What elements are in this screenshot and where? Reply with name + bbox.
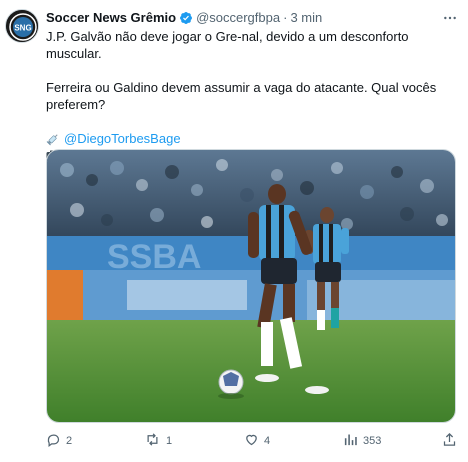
- tweet-content: Soccer News Grêmio @soccergfbpa · 3 min …: [46, 9, 460, 164]
- share-icon[interactable]: [442, 432, 457, 450]
- tweet-photo[interactable]: SSBA: [46, 149, 456, 423]
- tweet-card[interactable]: SNG Soccer News Grêmio @soccergfbpa · 3 …: [0, 0, 468, 462]
- avatar-logo-text: SNG: [14, 24, 31, 33]
- svg-text:SSBA: SSBA: [107, 238, 201, 276]
- like-count: 4: [264, 435, 271, 447]
- views-count: 353: [363, 435, 382, 447]
- tweet-actions-bar: 2 1 4 353: [46, 431, 460, 451]
- like-action[interactable]: 4: [244, 431, 270, 451]
- tweet-text-paragraph-1: J.P. Galvão não deve jogar o Gre-nal, de…: [46, 29, 409, 61]
- tweet-header: Soccer News Grêmio @soccergfbpa · 3 min: [46, 9, 460, 27]
- credit-line-mention: @DiegoTorbesBage: [46, 130, 460, 147]
- author-name[interactable]: Soccer News Grêmio: [46, 9, 176, 27]
- header-separator: ·: [283, 10, 288, 25]
- mention-link[interactable]: @DiegoTorbesBage: [64, 130, 181, 147]
- reply-count: 2: [66, 435, 73, 447]
- views-action[interactable]: 353: [343, 431, 381, 451]
- more-options-icon[interactable]: [440, 9, 460, 27]
- retweet-icon[interactable]: [144, 432, 161, 450]
- author-handle[interactable]: @soccergfbpa: [196, 9, 280, 27]
- share-action[interactable]: [442, 431, 457, 451]
- tweet-text: J.P. Galvão não deve jogar o Gre-nal, de…: [46, 28, 460, 164]
- reply-action[interactable]: 2: [46, 431, 72, 451]
- tweet-timestamp[interactable]: 3 min: [290, 9, 322, 27]
- views-chart-icon[interactable]: [343, 432, 358, 450]
- tweet-text-paragraph-2: Ferreira ou Galdino devem assumir a vaga…: [46, 80, 437, 112]
- heart-icon[interactable]: [244, 432, 259, 450]
- retweet-action[interactable]: 1: [144, 431, 172, 451]
- verified-badge-icon: [179, 11, 193, 25]
- retweet-count: 1: [166, 435, 173, 447]
- reply-icon[interactable]: [46, 432, 61, 450]
- author-avatar[interactable]: SNG: [5, 9, 39, 43]
- syringe-emoji-icon: [46, 132, 60, 146]
